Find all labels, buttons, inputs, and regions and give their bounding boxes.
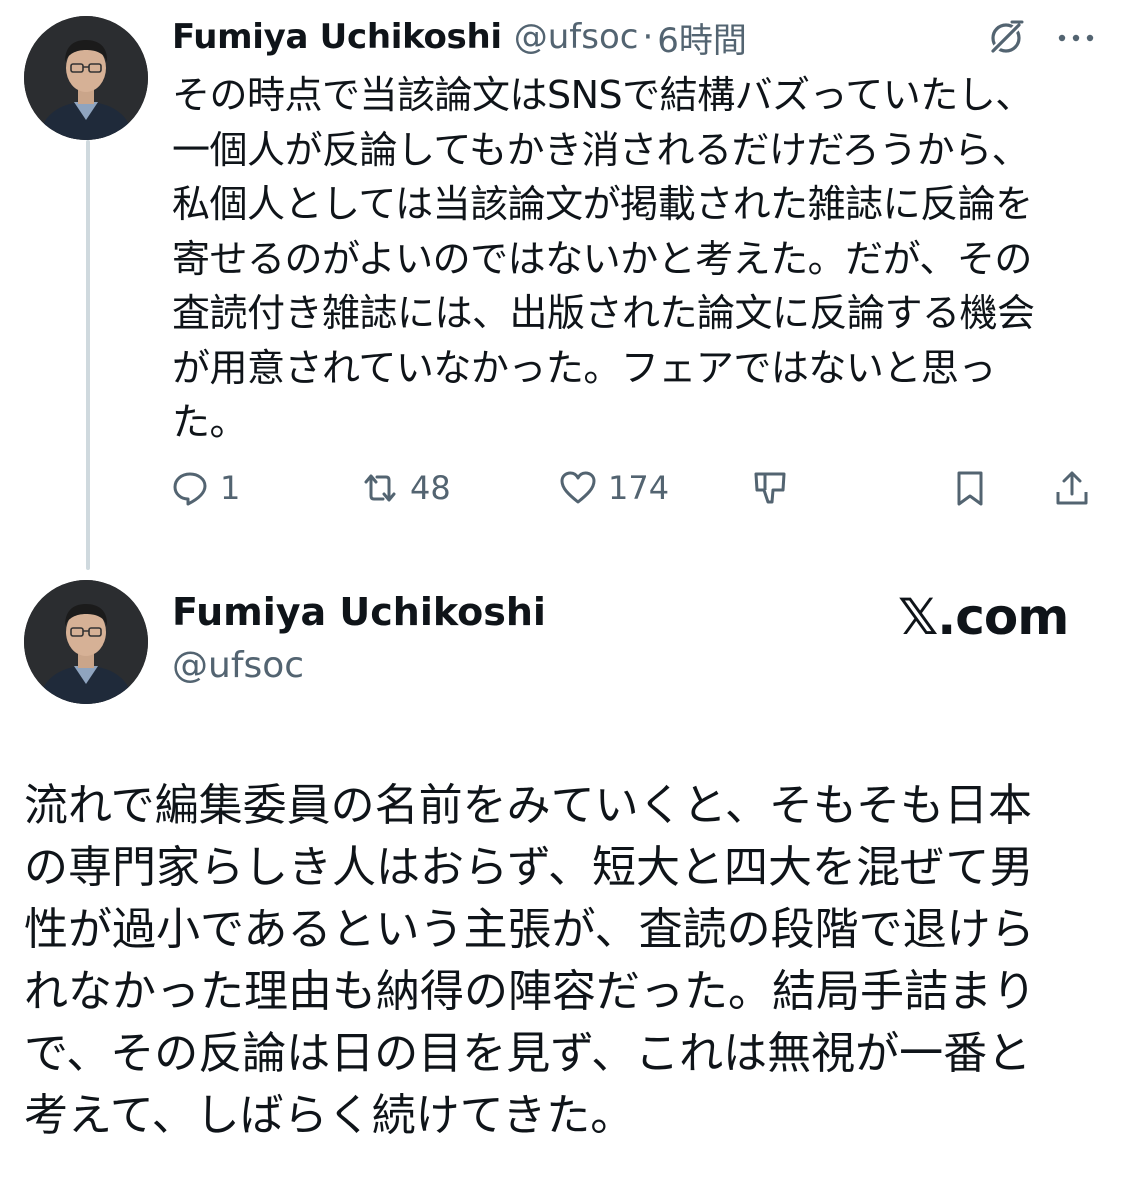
display-name[interactable]: Fumiya Uchikoshi: [172, 17, 502, 57]
like-icon: [560, 471, 596, 504]
bookmark-button[interactable]: [950, 462, 990, 514]
dislike-button[interactable]: [750, 462, 790, 514]
user-handle[interactable]: @ufsoc: [514, 17, 639, 57]
separator-dot: ·: [642, 17, 654, 57]
share-icon: [1056, 471, 1088, 505]
avatar-photo: [24, 580, 148, 704]
like-button[interactable]: 174: [558, 462, 669, 514]
reply-count: 1: [220, 469, 241, 507]
avatar-photo: [24, 16, 148, 140]
avatar[interactable]: [24, 16, 148, 140]
retweet-button[interactable]: 48: [360, 462, 451, 514]
avatar[interactable]: [24, 580, 148, 704]
reply-button[interactable]: 1: [170, 462, 240, 514]
like-count: 174: [608, 469, 670, 507]
thread-connector-line: [86, 140, 90, 570]
grok-icon[interactable]: [984, 16, 1028, 60]
x-com-logo: 𝕏.com: [898, 588, 1069, 646]
share-button[interactable]: [1052, 462, 1092, 514]
tweet-text: その時点で当該論文はSNSで結構バズっていたし、 一個人が反論してもかき消される…: [172, 73, 1035, 444]
reply-icon: [173, 472, 207, 506]
user-handle[interactable]: @ufsoc: [172, 645, 304, 686]
timestamp[interactable]: 6時間: [657, 13, 747, 62]
tweet-header: Fumiya Uchikoshi @ufsoc · 6時間: [172, 12, 747, 62]
tweet-text: 流れで編集委員の名前をみていくと、そもそも日本 の専門家らしき人はおらず、短大と…: [24, 780, 1036, 1141]
more-icon[interactable]: [1052, 18, 1100, 58]
display-name[interactable]: Fumiya Uchikoshi: [172, 590, 546, 634]
dislike-icon: [754, 472, 786, 504]
bookmark-icon: [957, 471, 983, 506]
retweet-icon: [364, 474, 396, 502]
retweet-count: 48: [410, 469, 451, 507]
tweet-actions: 1 48 174: [170, 462, 1100, 514]
